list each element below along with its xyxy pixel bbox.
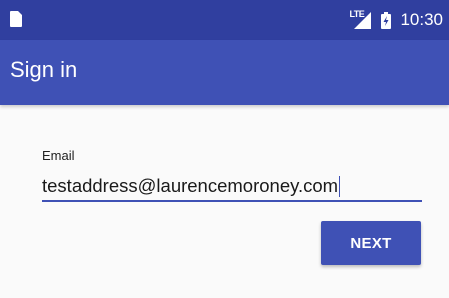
email-field-value: testaddress@laurencemoroney.com bbox=[42, 175, 339, 196]
network-type-label: LTE bbox=[349, 9, 365, 19]
email-label: Email bbox=[42, 148, 75, 163]
email-field[interactable]: testaddress@laurencemoroney.com bbox=[42, 172, 422, 202]
cell-signal-icon: LTE bbox=[349, 9, 372, 29]
clock: 10:30 bbox=[400, 10, 443, 29]
sim-card-icon bbox=[10, 11, 22, 27]
page-title: Sign in bbox=[10, 57, 78, 82]
battery-charging-icon bbox=[381, 11, 392, 29]
status-bar: LTE 10:30 bbox=[0, 0, 449, 40]
text-cursor bbox=[339, 175, 341, 197]
next-button[interactable]: NEXT bbox=[321, 221, 421, 265]
app-bar: Sign in bbox=[0, 40, 449, 105]
status-icons: LTE 10:30 bbox=[349, 0, 443, 40]
